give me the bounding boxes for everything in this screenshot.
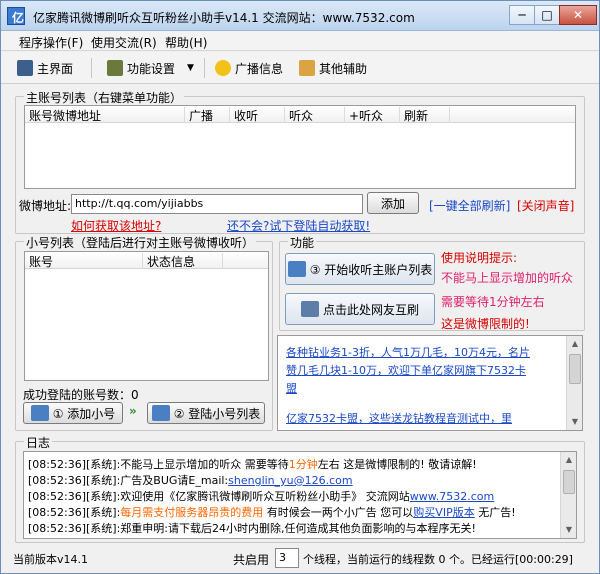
- log-line: [08:52:36][系统]:广告及BUG请E_mail:shenglin_yu…: [28, 474, 353, 487]
- main-view-label: 主界面: [37, 61, 74, 76]
- net-friends-button[interactable]: 点击此处网友互刷: [285, 293, 435, 325]
- function-settings-button[interactable]: 功能设置 ▼: [107, 57, 194, 79]
- column-header[interactable]: +听众: [345, 107, 400, 123]
- scroll-up-icon[interactable]: ▲: [567, 336, 582, 352]
- other-tools-button[interactable]: 其他辅助: [299, 57, 367, 79]
- other-tools-label: 其他辅助: [319, 61, 368, 76]
- usage-tip-title: 使用说明提示:: [441, 251, 518, 265]
- column-header[interactable]: 账号: [25, 253, 143, 269]
- refresh-all-link[interactable]: [一键全部刷新]: [429, 197, 510, 214]
- column-header[interactable]: 状态信息: [143, 253, 223, 269]
- minimize-button[interactable]: ─: [509, 5, 535, 25]
- ad-scrollbar[interactable]: ▲ ▼: [566, 336, 582, 430]
- login-sub-accounts-label: ② 登陆小号列表: [173, 406, 261, 421]
- monitor-icon: [17, 60, 33, 76]
- maximize-button[interactable]: □: [534, 5, 560, 25]
- computer-icon: [300, 301, 319, 317]
- toolbar: 主界面 功能设置 ▼ 广播信息 其他辅助: [1, 52, 599, 84]
- menu-program[interactable]: 程序操作(F): [19, 34, 83, 51]
- close-button[interactable]: ✕: [559, 5, 597, 25]
- main-account-group-label: 主账号列表（右键菜单功能）: [24, 89, 185, 106]
- notepad-icon: [299, 60, 315, 76]
- auto-login-link[interactable]: 还不会?试下登陆自动获取!: [227, 217, 370, 234]
- scroll-up-icon[interactable]: ▲: [561, 452, 576, 468]
- log-scrollbar[interactable]: ▲ ▼: [560, 452, 576, 538]
- log-group-label: 日志: [24, 434, 53, 451]
- add-sub-account-button[interactable]: ① 添加小号: [23, 402, 123, 424]
- status-bar: 当前版本v14.1 共启用 3 个线程，当前运行的线程数 0 个。已经运行[00…: [1, 546, 599, 573]
- log-line: [08:52:36][系统]:郑重申明:请下载后24小时内删除,任何造成其他负面…: [28, 522, 476, 535]
- column-header[interactable]: 刷新: [400, 107, 450, 123]
- toolbar-separator: [204, 58, 205, 78]
- website-link[interactable]: www.7532.com: [410, 490, 494, 503]
- login-sub-accounts-button[interactable]: ② 登陆小号列表: [147, 402, 265, 424]
- column-header[interactable]: 广播: [185, 107, 230, 123]
- main-view-button[interactable]: 主界面: [17, 57, 73, 79]
- ad-text[interactable]: 亿家7532卡盟，这些送龙钻教程音测试中，里: [286, 410, 512, 426]
- function-group-label: 功能: [288, 234, 317, 251]
- sub-account-group-label: 小号列表（登陆后进行对主账号微博收听）: [24, 234, 257, 251]
- start-listening-label: ③ 开始收听主账户列表: [309, 262, 433, 277]
- sub-account-list[interactable]: 账号 状态信息: [24, 251, 269, 381]
- threads-label: 共启用: [233, 553, 270, 567]
- ad-text[interactable]: 各种钻业务1-3折，人气1万几毛，10万4元，名片: [286, 344, 530, 360]
- lightbulb-icon: [215, 60, 231, 76]
- scroll-down-icon[interactable]: ▼: [561, 522, 576, 538]
- mute-sound-link[interactable]: [关闭声音]: [517, 197, 574, 214]
- scroll-thumb[interactable]: [569, 354, 581, 384]
- weibo-address-input[interactable]: http://t.qq.com/yijiabbs: [71, 194, 363, 214]
- buy-vip-link[interactable]: 购买VIP版本: [413, 506, 474, 519]
- ad-panel[interactable]: 各种钻业务1-3折，人气1万几毛，10万4元，名片 赞几毛几块1-10万，欢迎下…: [277, 335, 583, 431]
- title-bar: 亿 亿家腾讯微博刷听众互听粉丝小助手v14.1 交流网站：www.7532.co…: [1, 1, 599, 31]
- usage-tip-line: 需要等待1分钟左右: [441, 295, 545, 309]
- scroll-down-icon[interactable]: ▼: [567, 414, 582, 430]
- version-label: 当前版本v14.1: [13, 553, 89, 566]
- usage-tip-line: 这是微博限制的!: [441, 317, 530, 331]
- main-account-list-header: 账号微博地址 广播 收听 听众 +听众 刷新: [25, 106, 575, 123]
- main-account-list[interactable]: 账号微博地址 广播 收听 听众 +听众 刷新: [24, 105, 576, 189]
- log-line: [08:52:36][系统]:每月需支付服务器昂贵的费用 有时候会一两个小广告 …: [28, 506, 516, 519]
- menu-bar: 程序操作(F) 使用交流(R) 帮助(H): [1, 31, 599, 51]
- window-title: 亿家腾讯微博刷听众互听粉丝小助手v14.1 交流网站：www.7532.com: [33, 11, 415, 25]
- main-window: 亿 亿家腾讯微博刷听众互听粉丝小助手v14.1 交流网站：www.7532.co…: [0, 0, 600, 574]
- weibo-address-label: 微博地址:: [19, 199, 72, 213]
- add-main-account-button[interactable]: 添加: [367, 192, 419, 214]
- scroll-thumb[interactable]: [563, 470, 575, 494]
- net-friends-label: 点击此处网友互刷: [322, 302, 419, 317]
- toolbar-separator: [91, 58, 92, 78]
- chevron-down-icon[interactable]: ▼: [187, 63, 194, 73]
- app-icon: 亿: [7, 7, 25, 25]
- user-icon: [30, 405, 49, 421]
- column-header[interactable]: 账号微博地址: [25, 107, 185, 123]
- column-header[interactable]: 收听: [230, 107, 285, 123]
- menu-help[interactable]: 帮助(H): [165, 34, 207, 51]
- broadcast-info-label: 广播信息: [235, 61, 284, 76]
- logged-in-count: 成功登陆的账号数：0: [23, 388, 139, 402]
- running-status: 个线程，当前运行的线程数 0 个。已经运行[00:00:29]: [303, 553, 573, 566]
- sub-account-list-header: 账号 状态信息: [25, 252, 268, 269]
- user-icon: [151, 405, 170, 421]
- start-listening-button[interactable]: ③ 开始收听主账户列表: [285, 253, 435, 285]
- log-line: [08:52:36][系统]:不能马上显示增加的听众 需要等待1分钟左右 这是微…: [28, 458, 477, 471]
- ad-text[interactable]: 盟: [286, 380, 297, 396]
- add-sub-account-label: ① 添加小号: [52, 406, 116, 421]
- thread-count-input[interactable]: 3: [275, 548, 299, 568]
- ad-text[interactable]: 赞几毛几块1-10万，欢迎下单亿家网旗下7532卡: [286, 362, 526, 378]
- user-icon: [287, 261, 306, 277]
- usage-tip-line: 不能马上显示增加的听众: [441, 271, 574, 285]
- how-to-get-address-link[interactable]: 如何获取该地址?: [71, 217, 161, 234]
- function-settings-label: 功能设置: [127, 61, 176, 76]
- log-line: [08:52:36][系统]:欢迎使用《亿家腾讯微博刷听众互听粉丝小助手》 交流…: [28, 490, 495, 503]
- menu-exchange[interactable]: 使用交流(R): [91, 34, 157, 51]
- email-link[interactable]: shenglin_yu@126.com: [228, 474, 352, 487]
- double-arrow-icon: »: [129, 404, 137, 418]
- column-header[interactable]: 听众: [285, 107, 345, 123]
- log-panel[interactable]: [08:52:36][系统]:不能马上显示增加的听众 需要等待1分钟左右 这是微…: [23, 451, 577, 539]
- broadcast-info-button[interactable]: 广播信息: [215, 57, 283, 79]
- settings-icon: [107, 60, 123, 76]
